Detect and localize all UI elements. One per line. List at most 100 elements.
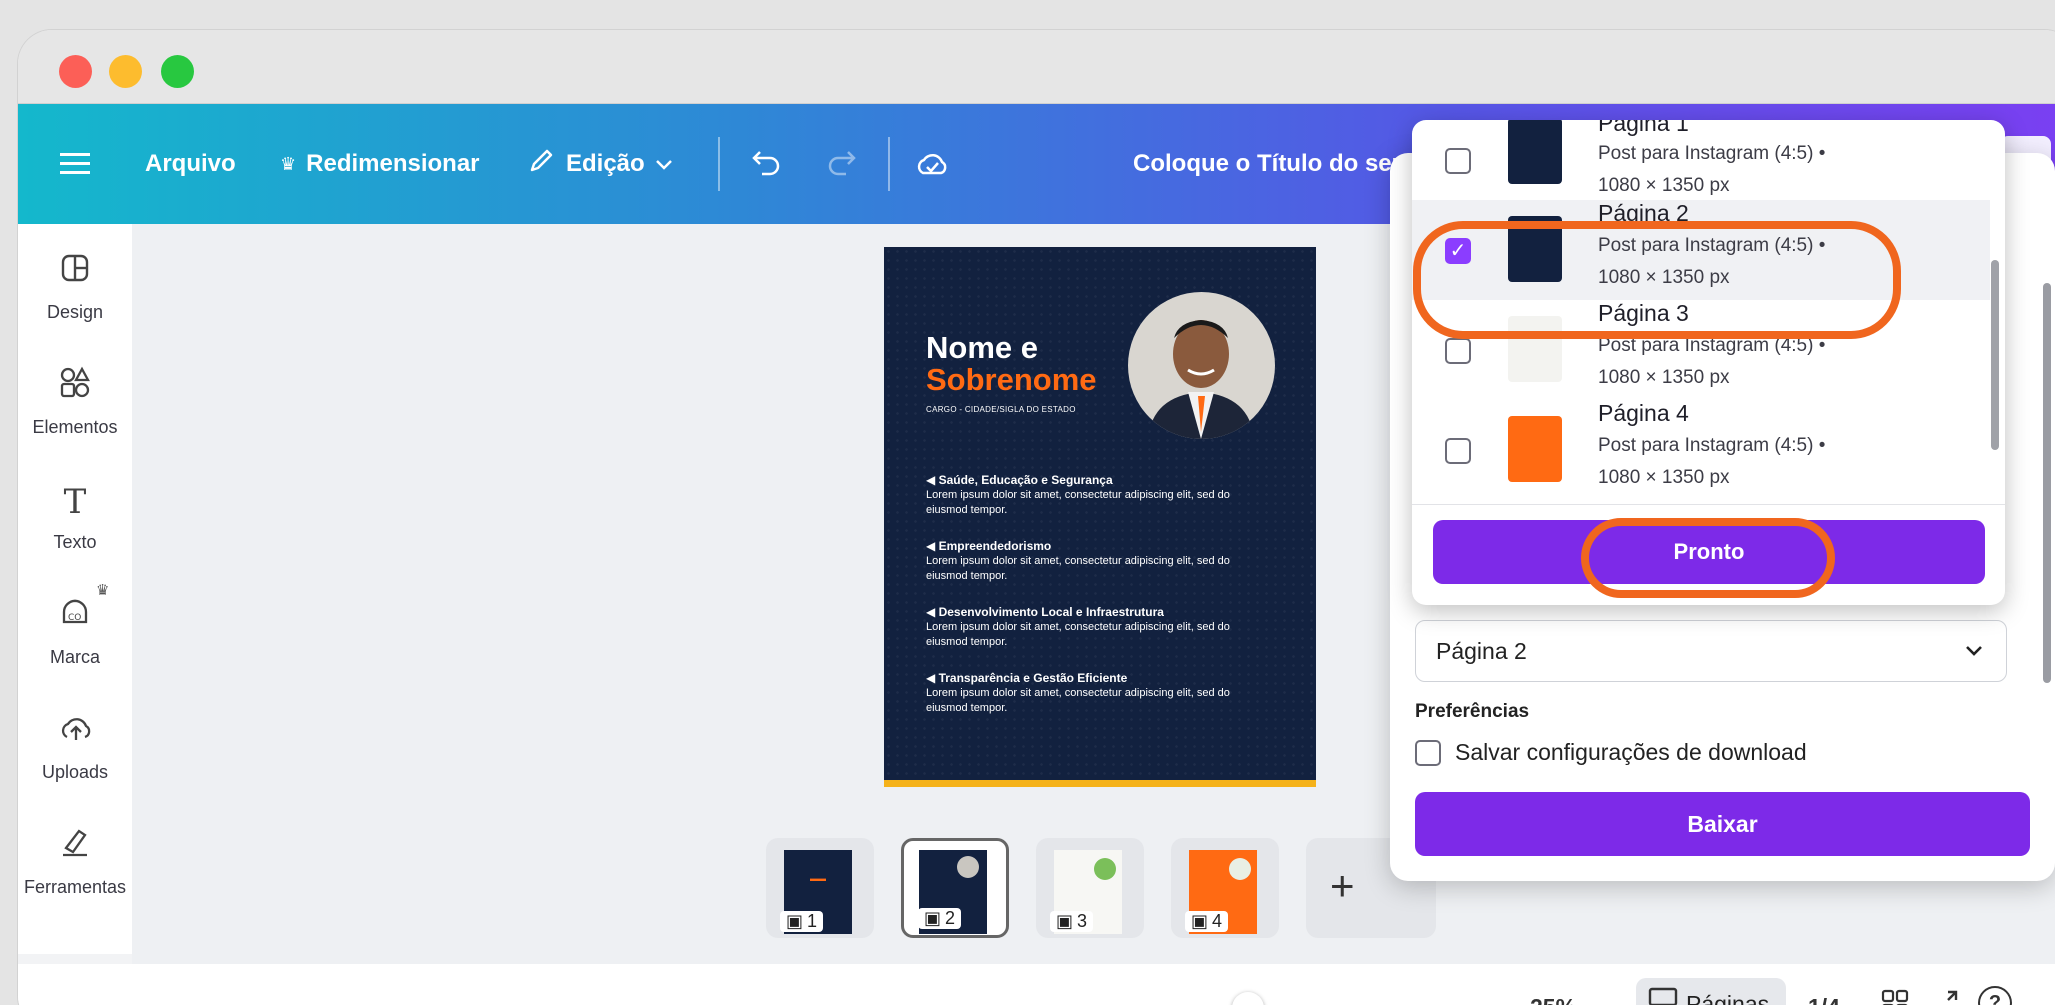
sidebar-item-tools[interactable]: Ferramentas: [18, 825, 132, 898]
resize-label: Redimensionar: [306, 150, 480, 177]
topic-block: ◀ Empreendedorismo Lorem ipsum dolor sit…: [926, 539, 1256, 584]
name-line-1: Nome e: [926, 330, 1038, 365]
title-bar: [18, 30, 2055, 104]
thumbnail-number-label: 4: [1212, 911, 1223, 931]
zoom-level[interactable]: 25%: [1530, 994, 1576, 1005]
minimize-window-button[interactable]: [109, 55, 142, 88]
megaphone-icon: ◀: [926, 605, 939, 619]
chevron-down-icon: [655, 150, 673, 178]
page-option-title: Página 1: [1598, 120, 1689, 136]
page-name[interactable]: Nome e Sobrenome: [926, 332, 1097, 396]
topic-title: Desenvolvimento Local e Infraestrutura: [938, 605, 1164, 619]
bottom-status-bar: 25% Páginas 1/4 ?: [18, 964, 2055, 1005]
save-settings-checkbox[interactable]: [1415, 739, 1441, 766]
page-option-thumbnail: [1508, 120, 1562, 184]
page-option-checkbox[interactable]: [1445, 338, 1471, 364]
dropdown-scrollbar[interactable]: [1991, 260, 1999, 450]
close-window-button[interactable]: [59, 55, 92, 88]
sidebar-item-label: Texto: [53, 532, 97, 552]
page-option-title: Página 4: [1598, 400, 1689, 426]
save-settings-checkbox-row[interactable]: Salvar configurações de download: [1415, 739, 1807, 766]
thumbnail-number-label: 1: [807, 911, 818, 931]
page-icon: ▣: [1056, 911, 1074, 931]
download-button[interactable]: Baixar: [1415, 792, 2030, 856]
help-button[interactable]: ?: [1978, 986, 2012, 1005]
highlight-ring-page-2: [1413, 221, 1901, 339]
sidebar-item-design[interactable]: Design: [18, 250, 132, 323]
page-thumbnail-2[interactable]: ▣ 2: [901, 838, 1009, 938]
topic-body: Lorem ipsum dolor sit amet, consectetur …: [926, 621, 1230, 648]
chevron-down-icon: [1964, 621, 1984, 703]
candidate-photo[interactable]: [1128, 292, 1275, 439]
topic-body: Lorem ipsum dolor sit amet, consectetur …: [926, 687, 1230, 714]
pages-view-label: Páginas: [1686, 990, 1770, 1005]
page-thumbnail-1[interactable]: ▬▬ ▣ 1: [766, 838, 874, 938]
edit-menu-button[interactable]: Edição: [526, 104, 673, 224]
topic-block: ◀ Desenvolvimento Local e Infraestrutura…: [926, 605, 1256, 650]
topic-body: Lorem ipsum dolor sit amet, consectetur …: [926, 489, 1230, 516]
maximize-window-button[interactable]: [161, 55, 194, 88]
sidebar-item-label: Marca: [49, 647, 100, 667]
topic-block: ◀ Saúde, Educação e Segurança Lorem ipsu…: [926, 473, 1256, 518]
toolbar-divider: [888, 137, 890, 191]
page-subtitle: CARGO - CIDADE/SIGLA DO ESTADO: [926, 405, 1076, 414]
sidebar-item-label: Uploads: [41, 762, 109, 782]
upload-icon: [18, 710, 132, 754]
page-option-meta: Post para Instagram (4:5) • 1080 × 1350 p…: [1598, 335, 1826, 388]
page-thumbnail-3[interactable]: ▣ 3: [1036, 838, 1144, 938]
thumbnail-number-label: 2: [945, 908, 956, 928]
zoom-slider-handle[interactable]: [1232, 992, 1264, 1005]
page-option-1[interactable]: Página 1 Post para Instagram (4:5) • 1080…: [1412, 120, 1990, 200]
page-icon: ▣: [1191, 911, 1209, 931]
sidebar-item-label: Design: [46, 302, 104, 322]
fullscreen-icon[interactable]: [1930, 988, 1960, 1005]
panel-scrollbar[interactable]: [2043, 283, 2051, 683]
file-menu-button[interactable]: Arquivo: [145, 104, 236, 224]
undo-icon: [750, 146, 784, 183]
thumbnail-number-label: 3: [1077, 911, 1088, 931]
edit-label: Edição: [566, 150, 645, 177]
megaphone-icon: ◀: [926, 473, 939, 487]
elements-icon: [18, 365, 132, 409]
plus-icon: +: [1330, 862, 1355, 909]
design-page[interactable]: Nome e Sobrenome CARGO - CIDADE/SIGLA DO…: [884, 247, 1316, 787]
page-thumbnail-4[interactable]: ▣ 4: [1171, 838, 1279, 938]
redo-button[interactable]: [824, 104, 858, 224]
sidebar-item-label: Elementos: [32, 417, 118, 437]
text-icon: T: [63, 482, 87, 522]
topic-block: ◀ Transparência e Gestão Eficiente Lorem…: [926, 671, 1256, 716]
sidebar-item-uploads[interactable]: Uploads: [18, 710, 132, 783]
hamburger-menu-icon[interactable]: [60, 104, 90, 224]
topic-title: Empreendedorismo: [938, 539, 1052, 553]
selected-pages-value: Página 2: [1436, 638, 1527, 664]
sidebar-item-brand[interactable]: ♛ CO Marca: [18, 582, 132, 668]
name-line-2: Sobrenome: [926, 362, 1097, 397]
selected-pages-select[interactable]: Página 2: [1415, 620, 2007, 682]
brand-icon: CO: [18, 595, 132, 639]
undo-button[interactable]: [750, 104, 784, 224]
toolbar-divider: [718, 137, 720, 191]
sidebar-item-elements[interactable]: Elementos: [18, 365, 132, 438]
page-option-4[interactable]: Página 4 Post para Instagram (4:5) • 1080…: [1412, 400, 1990, 504]
page-icon: ▣: [786, 911, 804, 931]
design-icon: [18, 250, 132, 294]
topic-title: Transparência e Gestão Eficiente: [938, 671, 1128, 685]
pages-icon: [1648, 987, 1678, 1005]
svg-text:CO: CO: [68, 613, 81, 623]
cloud-saved-icon[interactable]: [914, 104, 950, 224]
thumbnail-number: ▣ 4: [1185, 911, 1229, 932]
left-sidebar: Design Elementos T Texto ♛ CO Marca Uplo…: [18, 224, 132, 954]
file-menu-label: Arquivo: [145, 150, 236, 177]
page-option-checkbox[interactable]: [1445, 148, 1471, 174]
pages-view-button[interactable]: Páginas: [1636, 978, 1786, 1005]
page-counter: 1/4: [1808, 994, 1840, 1005]
tools-icon: [18, 825, 132, 869]
page-option-checkbox[interactable]: [1445, 438, 1471, 464]
pencil-icon: [526, 146, 556, 183]
resize-button[interactable]: ♛ Redimensionar: [280, 104, 480, 224]
grid-view-icon[interactable]: [1880, 988, 1910, 1005]
page-option-meta: Post para Instagram (4:5) • 1080 × 1350 p…: [1598, 435, 1826, 488]
sidebar-item-text[interactable]: T Texto: [18, 480, 132, 553]
download-button-label: Baixar: [1687, 811, 1758, 837]
crown-icon: ♛: [280, 153, 297, 174]
